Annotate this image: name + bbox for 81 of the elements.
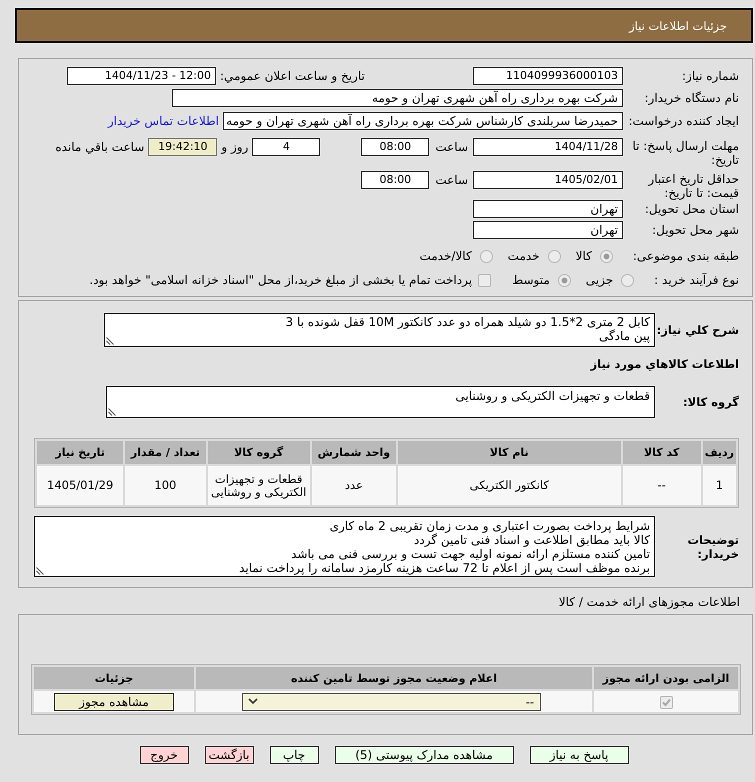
text-field[interactable]: 1404/11/28 xyxy=(473,138,623,156)
radio-button[interactable] xyxy=(558,274,571,286)
radio-button[interactable] xyxy=(480,250,493,262)
table-cell: 1405/01/29 xyxy=(37,466,124,505)
field-label: حداقل تاریخ اعتبار قیمت: تا تاریخ: xyxy=(646,171,739,200)
text-field[interactable]: 1404/11/23 - 12:00 xyxy=(67,67,216,85)
text-field[interactable]: 1405/02/01 xyxy=(473,171,623,189)
field-label: استان محل تحویل: xyxy=(644,202,739,216)
text-field[interactable]: 4 xyxy=(252,138,320,156)
section-heading: اطلاعات کالاهاي مورد نیاز xyxy=(589,356,739,372)
view-license-button[interactable]: مشاهده مجوز xyxy=(54,692,174,710)
table-cell: 100 xyxy=(125,466,206,505)
caret-icon xyxy=(248,698,258,705)
radio-label[interactable]: جزیی xyxy=(586,273,614,287)
checkbox[interactable] xyxy=(660,696,672,709)
radio-button[interactable] xyxy=(621,274,634,286)
field-label: نام دستگاه خریدار: xyxy=(644,91,739,105)
text-area[interactable] xyxy=(34,516,655,577)
field-label: طبقه بندی موضوعی: xyxy=(632,249,739,263)
notes-line: تامین کننده مستلزم ارائه نمونه اولیه جهت تست و بررسی فنی می باشد xyxy=(290,547,650,561)
resize-grip-icon xyxy=(106,337,114,345)
text-field[interactable]: 08:00 xyxy=(361,171,430,189)
table-cell: کانکتور الکتریکی xyxy=(398,466,621,505)
field-label: ایجاد کننده درخواست: xyxy=(627,114,739,128)
print-button[interactable]: چاپ xyxy=(270,746,318,764)
table-header-cell: ردیف xyxy=(702,441,736,464)
table-cell: -- xyxy=(622,466,701,505)
field-label: ساعت xyxy=(435,172,468,189)
field-label: روز و xyxy=(221,139,248,156)
reply-button[interactable]: پاسخ به نیاز xyxy=(530,746,628,764)
text-field[interactable]: حمیدرضا سربلندی کارشناس شرکت بهره برداری راه آهن شهری تهران و حومه xyxy=(223,112,623,130)
radio-label[interactable]: خدمت xyxy=(508,249,540,263)
checkbox-label[interactable]: پرداخت تمام یا بخشی از مبلغ خرید،از محل "اسناد خزانه اسلامی" خواهد بود. xyxy=(89,273,472,287)
text-field[interactable]: 08:00 xyxy=(361,138,430,156)
contact-link[interactable]: اطلاعات تماس خریدار xyxy=(108,114,219,128)
radio-button[interactable] xyxy=(600,250,613,262)
table-header-cell: واحد شمارش xyxy=(312,441,396,464)
resize-grip-icon xyxy=(108,408,116,416)
table-header-cell: تاریخ نیاز xyxy=(37,441,124,464)
table-header-cell: تعداد / مقدار xyxy=(125,441,206,464)
status-dropdown[interactable]: -- xyxy=(242,692,541,710)
field-label: تاریخ و ساعت اعلان عمومي: xyxy=(220,68,365,85)
text-area[interactable]: کابل 2 متری 2*1.5 دو شیلد همراه دو عدد کانکتور 10M قفل شونده با 3 پین مادگی xyxy=(104,313,655,347)
radio-button[interactable] xyxy=(548,250,561,262)
notes-line: برنده موظف است پس از اعلام تا 72 ساعت هزینه کارمزد سامانه را پرداخت نماید xyxy=(238,561,650,575)
table-header-cell: الزامی بودن ارائه مجوز xyxy=(594,667,738,689)
text-field[interactable]: تهران xyxy=(473,200,623,218)
text-field[interactable]: تهران xyxy=(473,221,623,239)
field-label: ساعت باقي مانده xyxy=(55,139,144,156)
table-header-cell: نام کالا xyxy=(398,441,621,464)
field-label: شماره نیاز: xyxy=(681,69,739,83)
field-label: شرح کلي نیاز: xyxy=(656,323,739,337)
table-header-cell: گروه کالا xyxy=(208,441,310,464)
field-label: شهر محل تحویل: xyxy=(651,223,739,237)
text-area[interactable]: قطعات و تجهیزات الکتریکی و روشنایی xyxy=(106,386,655,418)
radio-label[interactable]: متوسط xyxy=(512,273,550,287)
table-cell: عدد xyxy=(312,466,396,505)
field-label: نوع فرآیند خرید : xyxy=(654,273,739,287)
notes-line: شرایط پرداخت بصورت اعتباری و مدت زمان تقریبی 2 ماه کاری xyxy=(328,519,650,533)
back-button[interactable]: بازگشت xyxy=(204,746,254,764)
remaining-time-field[interactable]: 19:42:10 xyxy=(148,138,218,156)
exit-button[interactable]: خروج xyxy=(140,746,188,764)
table-header-cell: جزئیات xyxy=(34,667,194,689)
field-label: ساعت xyxy=(435,139,468,156)
checkbox[interactable] xyxy=(478,274,492,286)
field-label: توضیحات خریدار: xyxy=(686,532,739,560)
text-field[interactable]: 1104099936000103 xyxy=(473,67,623,85)
radio-label[interactable]: کالا xyxy=(576,249,592,263)
page-title: جزئیات اطلاعات نیاز xyxy=(629,18,727,32)
field-label: مهلت ارسال پاسخ: تا تاریخ: xyxy=(631,138,739,167)
section-title: اطلاعات مجوزهای ارائه خدمت / کالا xyxy=(558,594,740,611)
table-cell: 1 xyxy=(702,466,736,505)
table-cell: قطعات و تجهیزات الکتریکی و روشنایی xyxy=(208,466,310,505)
resize-grip-icon xyxy=(36,567,44,575)
documents-button[interactable]: مشاهده مدارک پیوستی (5) xyxy=(334,746,514,764)
notes-line: کالا باید مطابق اطلاعت و اسناد فنی تامین گردد xyxy=(413,533,650,547)
field-label: گروه کالا: xyxy=(682,395,739,409)
table-header-cell: اعلام وضعیت مجوز توسط تامین کننده xyxy=(196,667,592,689)
text-field[interactable]: شرکت بهره برداری راه آهن شهری تهران و حومه xyxy=(172,89,623,107)
radio-label[interactable]: کالا/خدمت xyxy=(419,249,472,263)
table-header-cell: کد کالا xyxy=(622,441,701,464)
